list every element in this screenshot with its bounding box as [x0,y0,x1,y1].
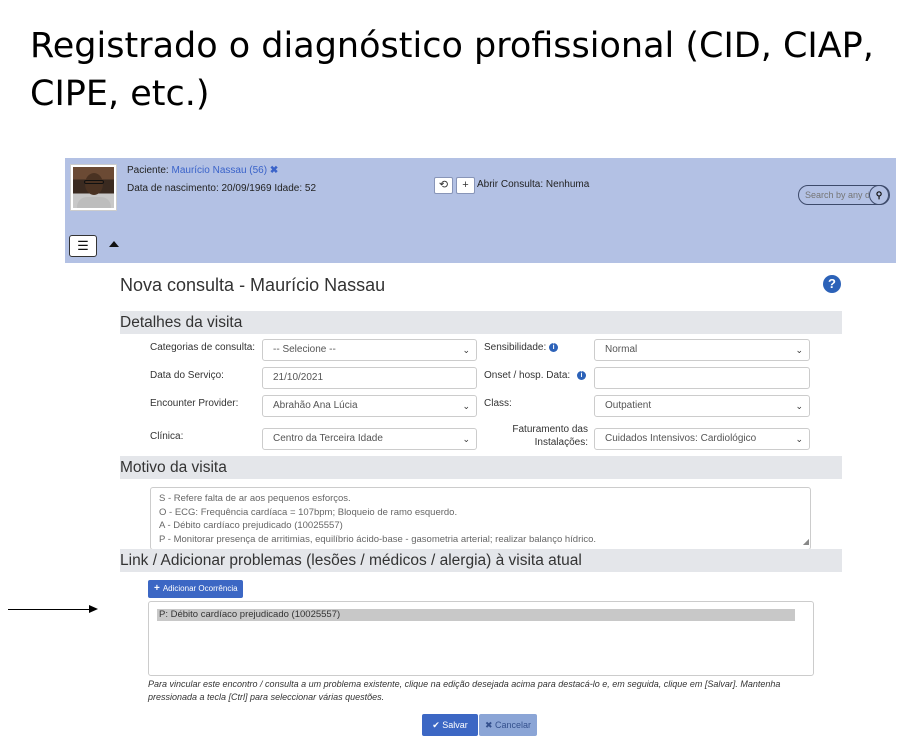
provider-label: Encounter Provider: [150,398,239,409]
resize-handle-icon[interactable]: ◢ [803,535,809,549]
sensitivity-value: Normal [605,344,638,355]
service-date-input[interactable]: 21/10/2021 [262,367,477,389]
add-issue-button[interactable]: + Adicionar Ocorrência [148,580,243,598]
patient-search: ⚲ [798,185,890,205]
search-icon: ⚲ [875,190,883,200]
billing-label: Faturamento das Instalações: [512,424,588,448]
link-help-text: Para vincular este encontro / consulta a… [148,679,781,702]
collapse-caret-icon[interactable] [109,241,119,247]
sensitivity-label: Sensibilidade: i [484,342,559,353]
patient-bar: Paciente: Maurício Nassau (56) ✖ Data de… [65,158,896,263]
search-button[interactable]: ⚲ [869,185,889,205]
reason-textarea[interactable]: S - Refere falta de ar aos pequenos esfo… [150,487,811,550]
reason-line-s: S - Refere falta de ar aos pequenos esfo… [159,493,351,504]
history-icon: ⟲ [438,179,449,191]
billing-select[interactable]: Cuidados Intensivos: Cardiológico ⌄ [594,428,810,450]
emr-app: Paciente: Maurício Nassau (56) ✖ Data de… [65,158,896,741]
sensitivity-select[interactable]: Normal ⌄ [594,339,810,361]
chevron-down-icon: ⌄ [462,345,470,355]
billing-value: Cuidados Intensivos: Cardiológico [605,433,757,444]
add-issue-label: Adicionar Ocorrência [162,584,238,593]
cancel-label: Cancelar [495,720,532,730]
patient-birth-info: Data de nascimento: 20/09/1969 Idade: 52 [127,183,317,194]
plus-icon: + [154,583,160,594]
categories-label: Categorias de consulta: [150,342,256,353]
onset-date-input[interactable] [594,367,810,389]
save-label: Salvar [442,720,468,730]
chevron-down-icon: ⌄ [462,434,470,444]
patient-line: Paciente: Maurício Nassau (56) ✖ [127,165,278,176]
save-button[interactable]: ✔ Salvar [422,714,478,736]
service-date-value: 21/10/2021 [273,372,324,383]
provider-value: Abrahão Ana Lúcia [273,400,358,411]
categories-value: -- Selecione -- [273,344,336,355]
clinic-label: Clínica: [150,431,184,442]
clinic-value: Centro da Terceira Idade [273,433,383,444]
patient-avatar [70,164,117,211]
reason-line-a: A - Débito cardíaco prejudicado (1002555… [159,520,343,531]
chevron-down-icon: ⌄ [795,434,803,444]
cancel-button[interactable]: ✖ Cancelar [479,714,537,736]
service-date-label: Data do Serviço: [150,370,224,381]
info-icon[interactable]: i [549,343,559,352]
issues-listbox[interactable]: P: Débito cardíaco prejudicado (10025557… [148,601,814,676]
close-patient-icon[interactable]: ✖ [270,165,278,176]
close-icon: ✖ [484,720,493,730]
patient-name-link[interactable]: Maurício Nassau (56) [171,165,267,176]
class-value: Outpatient [605,400,652,411]
chevron-down-icon: ⌄ [795,401,803,411]
chevron-down-icon: ⌄ [462,401,470,411]
list-item[interactable]: P: Débito cardíaco prejudicado (10025557… [157,609,795,621]
plus-icon: + [462,179,469,191]
help-icon[interactable]: ? [823,275,841,293]
clinic-select[interactable]: Centro da Terceira Idade ⌄ [262,428,477,450]
reason-line-o: O - ECG: Frequência cardíaca = 107bpm; B… [159,506,458,518]
categories-select[interactable]: -- Selecione -- ⌄ [262,339,477,361]
menu-list-button[interactable]: ☰ [69,235,97,257]
page-title: Nova consulta - Maurício Nassau [120,275,386,295]
onset-label: Onset / hosp. Data: i [484,370,586,381]
open-consult-status: Abrir Consulta: Nenhuma [477,179,590,190]
info-icon[interactable]: i [576,371,586,380]
history-button[interactable]: ⟲ [434,177,453,194]
provider-select[interactable]: Abrahão Ana Lúcia ⌄ [262,395,477,417]
chevron-down-icon: ⌄ [795,345,803,355]
patient-search-input[interactable] [805,188,869,202]
class-label: Class: [484,398,512,409]
section-visit-details: Detalhes da visita [120,311,842,334]
reason-line-p: P - Monitorar presença de arritimias, eq… [159,533,597,545]
class-select[interactable]: Outpatient ⌄ [594,395,810,417]
patient-label: Paciente: [127,165,169,176]
section-visit-reason: Motivo da visita [120,456,842,479]
check-icon: ✔ [432,720,440,730]
new-encounter-button[interactable]: + [456,177,475,194]
section-link-problems: Link / Adicionar problemas (lesões / méd… [120,549,842,572]
encounter-form: Nova consulta - Maurício Nassau ? Detalh… [120,263,842,741]
list-icon: ☰ [77,238,89,253]
slide-title: Registrado o diagnóstico profissional (C… [30,26,874,114]
